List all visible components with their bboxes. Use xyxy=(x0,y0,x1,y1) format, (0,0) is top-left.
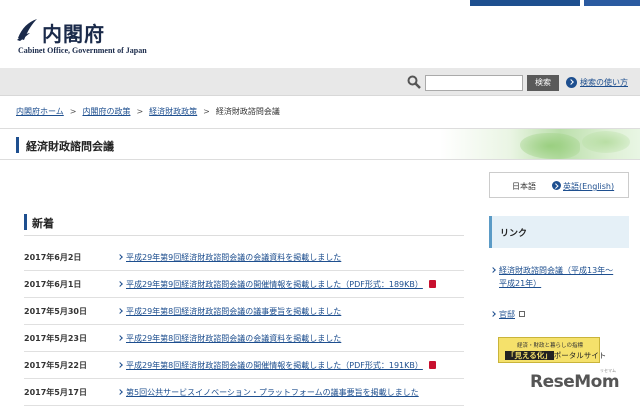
breadcrumb-separator: > xyxy=(69,107,77,116)
breadcrumb-economic-policy[interactable]: 経済財政政策 xyxy=(149,107,197,116)
pdf-icon xyxy=(428,280,436,288)
news-date: 2017年5月30日 xyxy=(24,307,87,316)
search-button[interactable]: 検索 xyxy=(527,75,559,91)
chevron-right-icon xyxy=(117,254,123,260)
chevron-right-icon xyxy=(117,281,123,287)
sidebar-links-heading: リンク xyxy=(489,216,629,248)
pdf-icon xyxy=(428,361,436,369)
circle-arrow-icon xyxy=(566,77,577,88)
breadcrumb-separator: > xyxy=(136,107,144,116)
external-link-icon xyxy=(519,311,525,317)
page-title: 経済財政諮問会議 xyxy=(26,140,114,153)
banner-title: 「見える化」 ポータルサイト xyxy=(505,351,607,360)
resemom-watermark: ReseMom xyxy=(530,372,620,392)
breadcrumb-current: 経済財政諮問会議 xyxy=(215,107,280,116)
breadcrumb-separator: > xyxy=(203,107,210,116)
news-link[interactable]: 平成29年第8回経済財政諮問会議の開催情報を掲載しました（PDF形式：191KB… xyxy=(126,360,436,371)
language-switcher: 日本語 英語(English) xyxy=(489,172,629,198)
news-item: 2017年5月17日 第5回公共サービスイノベーション・プラットフォームの議事要… xyxy=(24,379,464,406)
news-date: 2017年5月23日 xyxy=(24,334,87,343)
search-icon xyxy=(407,75,421,89)
logo-mark-icon[interactable] xyxy=(16,18,38,42)
site-header: 内閣府 Cabinet Office, Government of Japan xyxy=(0,6,640,68)
news-item: 2017年6月1日 平成29年第9回経済財政諮問会議の開催情報を掲載しました（P… xyxy=(24,271,464,298)
news-date: 2017年6月2日 xyxy=(24,253,82,262)
resemom-watermark-sub: リセマム xyxy=(600,368,616,373)
chevron-right-icon xyxy=(117,308,123,314)
sidebar-link-kantei[interactable]: 官邸 xyxy=(499,310,515,319)
news-date: 2017年5月17日 xyxy=(24,388,87,397)
news-link[interactable]: 平成29年第9回経済財政諮問会議の開催情報を掲載しました（PDF形式：189KB… xyxy=(126,279,436,290)
news-link[interactable]: 第5回公共サービスイノベーション・プラットフォームの議事要旨を掲載しました xyxy=(126,387,419,398)
news-date: 2017年5月22日 xyxy=(24,361,87,370)
news-link[interactable]: 平成29年第8回経済財政諮問会議の議事要旨を掲載しました xyxy=(126,306,341,317)
chevron-right-icon xyxy=(117,362,123,368)
search-bar: 検索 検索の使い方 xyxy=(0,68,640,96)
chevron-right-icon xyxy=(490,311,496,317)
language-current: 日本語 xyxy=(512,182,536,191)
news-item: 2017年5月23日 平成29年第8回経済財政諮問会議の会議資料を掲載しました xyxy=(24,325,464,352)
page-title-band: 経済財政諮問会議 xyxy=(0,128,640,160)
sidebar-links: 経済財政諮問会議（平成13年〜 平成21年） 官邸 xyxy=(489,264,629,321)
chevron-right-icon xyxy=(117,389,123,395)
circle-arrow-icon xyxy=(552,181,561,190)
chevron-right-icon xyxy=(490,267,496,273)
breadcrumb-policy[interactable]: 内閣府の政策 xyxy=(82,107,130,116)
mieruka-portal-banner[interactable]: 経済・財政と暮らしの指標 「見える化」 ポータルサイト xyxy=(498,337,606,363)
news-item: 2017年5月30日 平成29年第8回経済財政諮問会議の議事要旨を掲載しました xyxy=(24,298,464,325)
chevron-right-icon xyxy=(117,335,123,341)
logo-english[interactable]: Cabinet Office, Government of Japan xyxy=(18,46,147,55)
search-input[interactable] xyxy=(425,75,523,91)
search-help-link[interactable]: 検索の使い方 xyxy=(580,77,628,88)
news-date: 2017年6月1日 xyxy=(24,280,82,289)
sidebar-link-former-council[interactable]: 経済財政諮問会議（平成13年〜 平成21年） xyxy=(499,266,613,288)
news-link[interactable]: 平成29年第9回経済財政諮問会議の会議資料を掲載しました xyxy=(126,252,341,263)
news-heading: 新着 xyxy=(32,217,54,230)
breadcrumb-home[interactable]: 内閣府ホーム xyxy=(16,107,64,116)
news-item: 2017年6月2日 平成29年第9回経済財政諮問会議の会議資料を掲載しました xyxy=(24,244,464,271)
breadcrumb: 内閣府ホーム > 内閣府の政策 > 経済財政政策 > 経済財政諮問会議 xyxy=(16,106,280,117)
banner-caption: 経済・財政と暮らしの指標 xyxy=(517,343,584,349)
news-link[interactable]: 平成29年第8回経済財政諮問会議の会議資料を掲載しました xyxy=(126,333,341,344)
news-section-heading: 新着 xyxy=(24,212,464,236)
news-list: 2017年6月2日 平成29年第9回経済財政諮問会議の会議資料を掲載しました 2… xyxy=(24,244,464,406)
sidebar-link-item: 経済財政諮問会議（平成13年〜 平成21年） xyxy=(489,264,629,290)
language-english-link[interactable]: 英語(English) xyxy=(563,181,614,192)
news-item: 2017年5月22日 平成29年第8回経済財政諮問会議の開催情報を掲載しました（… xyxy=(24,352,464,379)
sidebar-link-item: 官邸 xyxy=(489,308,629,321)
logo-japanese[interactable]: 内閣府 xyxy=(42,18,105,47)
links-heading: リンク xyxy=(500,229,528,239)
